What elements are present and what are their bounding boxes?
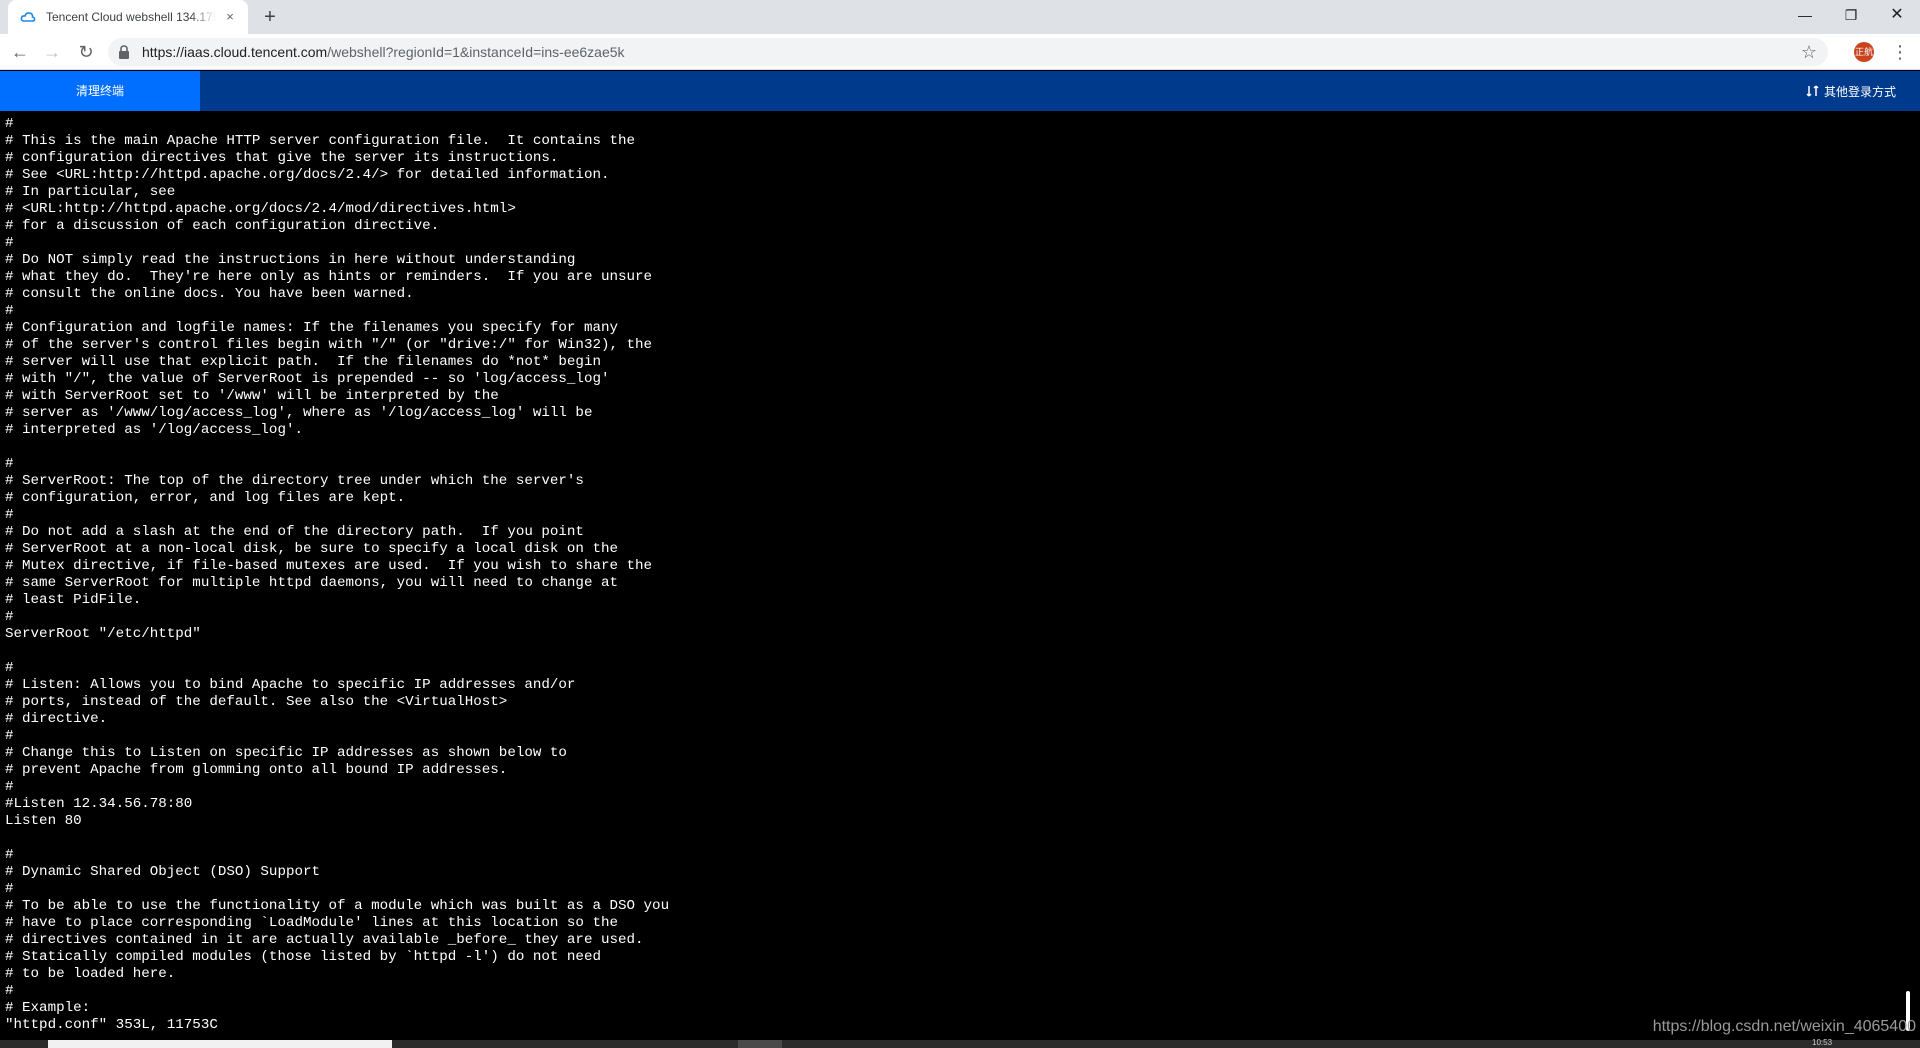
terminal-line: # server will use that explicit path. If… [5,354,601,370]
terminal-line: # least PidFile. [5,592,142,608]
terminal-line: # Do NOT simply read the instructions in… [5,252,576,268]
terminal-line: # of the server's control files begin wi… [5,337,653,353]
terminal-line: # server as '/www/log/access_log', where… [5,405,593,421]
terminal-line: # configuration directives that give the… [5,150,559,166]
terminal-line: # Configuration and logfile names: If th… [5,320,618,336]
terminal-line: # what they do. They're here only as hin… [5,269,653,285]
watermark: https://blog.csdn.net/weixin_4065400 [1652,1018,1916,1035]
terminal-line: # configuration, error, and log files ar… [5,490,406,506]
browser-tab-strip: Tencent Cloud webshell 134.175. × + — ❐ … [0,0,1920,34]
terminal-line: # [5,779,14,795]
switch-login-icon [1806,85,1819,97]
terminal-line: # ServerRoot at a non-local disk, be sur… [5,541,618,557]
terminal-line: # directive. [5,711,108,727]
close-tab-icon[interactable]: × [222,9,238,25]
terminal-line: # Do not add a slash at the end of the d… [5,524,584,540]
terminal-line: # Mutex directive, if file-based mutexes… [5,558,653,574]
terminal-line: # Change this to Listen on specific IP a… [5,745,567,761]
terminal-line: # [5,847,14,863]
other-login-label: 其他登录方式 [1823,84,1896,99]
lock-icon[interactable] [118,45,130,59]
url-path: /webshell?regionId=1&instanceId=ins-ee6z… [327,44,625,60]
taskbar-item[interactable] [738,1040,782,1048]
profile-avatar[interactable]: 正航 [1854,42,1874,62]
maximize-button[interactable]: ❐ [1828,0,1874,30]
terminal-line: # In particular, see [5,184,176,200]
webshell-header: 清理终端 其他登录方式 [0,71,1920,111]
terminal-line: #Listen 12.34.56.78:80 [5,796,193,812]
terminal-line: # Statically compiled modules (those lis… [5,949,601,965]
browser-toolbar: ← → ↻ https://iaas.cloud.tencent.com/web… [0,34,1920,70]
reload-icon[interactable]: ↻ [74,40,98,64]
terminal-line: # <URL:http://httpd.apache.org/docs/2.4/… [5,201,516,217]
terminal-line: # interpreted as '/log/access_log'. [5,422,303,438]
tab-title: Tencent Cloud webshell 134.175. [46,10,216,24]
new-tab-button[interactable]: + [258,6,282,30]
terminal-line: # Listen: Allows you to bind Apache to s… [5,677,576,693]
taskbar: 10:53 [0,1038,1920,1048]
taskbar-clock: 10:53 [1812,1038,1833,1047]
terminal-line: # have to place corresponding `LoadModul… [5,915,618,931]
terminal-line: # See <URL:http://httpd.apache.org/docs/… [5,167,610,183]
terminal-line: # [5,507,14,523]
terminal-line: # [5,303,14,319]
terminal-line: # [5,881,14,897]
back-arrow-icon[interactable]: ← [8,40,32,64]
terminal-line: # [5,728,14,744]
terminal-line: # with "/", the value of ServerRoot is p… [5,371,610,387]
terminal-line: # ServerRoot: The top of the directory t… [5,473,584,489]
terminal-line: ServerRoot "/etc/httpd" [5,626,201,642]
terminal-line: # This is the main Apache HTTP server co… [5,133,636,149]
terminal-output: # # This is the main Apache HTTP server c… [5,116,669,1034]
terminal-line: # [5,456,14,472]
address-bar[interactable]: https://iaas.cloud.tencent.com/webshell?… [108,38,1828,66]
url-host: https://iaas.cloud.tencent.com [142,44,328,60]
other-login-button[interactable]: 其他登录方式 [1806,71,1896,111]
terminal-line: "httpd.conf" 353L, 11753C [5,1017,218,1033]
terminal-line: # Example: [5,1000,91,1016]
terminal-line: # to be loaded here. [5,966,176,982]
star-icon[interactable]: ☆ [1798,41,1820,63]
terminal-line: # ports, instead of the default. See als… [5,694,508,710]
terminal-line: # Dynamic Shared Object (DSO) Support [5,864,321,880]
terminal-line: # prevent Apache from glomming onto all … [5,762,508,778]
cloud-favicon-icon [20,12,36,22]
terminal[interactable]: # # This is the main Apache HTTP server c… [0,111,1920,1040]
minimize-button[interactable]: — [1782,0,1828,30]
terminal-line: # [5,235,14,251]
browser-tab[interactable]: Tencent Cloud webshell 134.175. × [8,0,248,34]
terminal-line: # [5,983,14,999]
taskbar-item[interactable] [48,1040,392,1048]
terminal-line: # [5,660,14,676]
terminal-line: # To be able to use the functionality of… [5,898,670,914]
terminal-line: # for a discussion of each configuration… [5,218,440,234]
forward-arrow-icon[interactable]: → [40,40,64,64]
close-window-button[interactable]: ✕ [1874,0,1920,30]
terminal-line: # consult the online docs. You have been… [5,286,414,302]
clear-terminal-button[interactable]: 清理终端 [0,71,200,111]
terminal-line: # [5,609,14,625]
url-text[interactable]: https://iaas.cloud.tencent.com/webshell?… [142,44,625,60]
terminal-line: # with ServerRoot set to '/www' will be … [5,388,499,404]
terminal-line: # same ServerRoot for multiple httpd dae… [5,575,618,591]
terminal-line: # [5,116,14,132]
terminal-line: # directives contained in it are actuall… [5,932,644,948]
terminal-line: Listen 80 [5,813,82,829]
menu-icon[interactable]: ⋮ [1888,40,1912,64]
